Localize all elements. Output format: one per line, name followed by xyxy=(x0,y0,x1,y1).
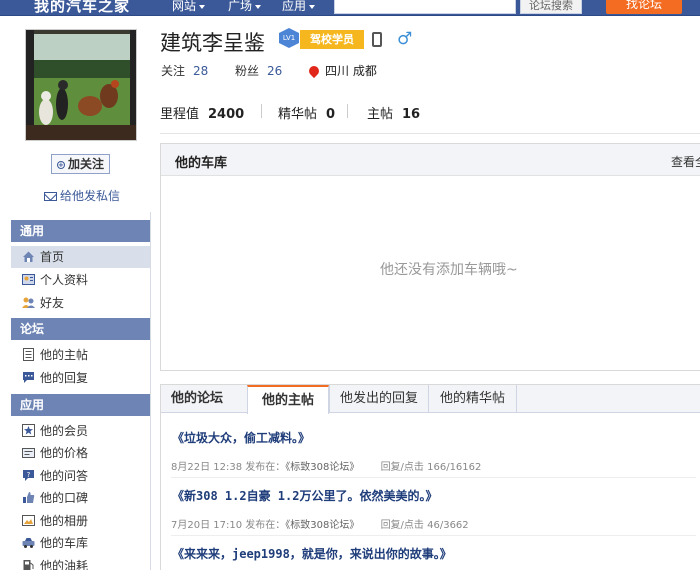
thumbs-up-icon xyxy=(23,492,35,503)
sidebar-item-my-replies[interactable]: 他的回复 xyxy=(11,367,150,389)
view-all-link[interactable]: 查看全 xyxy=(671,153,700,170)
send-message-link[interactable]: 给他发私信 xyxy=(44,187,120,204)
site-logo[interactable]: 我的汽车之家 xyxy=(34,0,130,16)
star-card-icon xyxy=(22,424,35,437)
post-title-link[interactable]: 《垃圾大众，偷工减料。》 xyxy=(172,429,310,446)
garage-header: 他的车库 查看全 xyxy=(161,144,700,176)
following-count[interactable]: 关注 28 xyxy=(161,62,208,79)
role-badge: 驾校学员 xyxy=(300,30,364,49)
chevron-down-icon xyxy=(309,4,316,9)
sidebar-item-my-posts[interactable]: 他的主帖 xyxy=(11,344,150,366)
post-title-link[interactable]: 《来来来，jeep1998，就是你，来说出你的故事。》 xyxy=(172,545,452,562)
sidebar-item-qa[interactable]: ? 他的问答 xyxy=(11,465,150,487)
header-divider xyxy=(160,133,700,134)
sidebar-item-album[interactable]: 他的相册 xyxy=(11,510,150,532)
tab-my-replies[interactable]: 他发出的回复 xyxy=(329,385,428,413)
board-link[interactable]: 《标致308论坛》 xyxy=(285,520,359,531)
fans-count[interactable]: 粉丝 26 xyxy=(235,62,282,79)
garage-panel: 他的车库 查看全 他还没有添加车辆哦~ xyxy=(160,143,700,371)
user-card-icon xyxy=(22,274,35,285)
username: 建筑李呈鉴 xyxy=(160,31,265,55)
stat-divider xyxy=(261,104,262,118)
friends-icon xyxy=(22,297,35,308)
essence-stat: 精华帖 0 xyxy=(278,107,336,122)
post-title-link[interactable]: 《新308 1.2自豪 1.2万公里了。依然美美的。》 xyxy=(172,487,437,504)
home-icon xyxy=(23,251,34,262)
sidebar-item-friends[interactable]: 好友 xyxy=(11,292,150,314)
post-divider xyxy=(171,535,696,536)
sidebar-section-forum: 论坛 xyxy=(11,318,150,340)
chevron-down-icon xyxy=(255,4,262,9)
sidebar-item-membership[interactable]: 他的会员 xyxy=(11,420,150,442)
sidebar-item-reviews[interactable]: 他的口碑 xyxy=(11,487,150,509)
sidebar-item-price[interactable]: 他的价格 xyxy=(11,442,150,464)
sidebar-item-home[interactable]: 首页 xyxy=(11,246,150,268)
tab-my-essence[interactable]: 他的精华帖 xyxy=(428,385,517,413)
sidebar-section-apps: 应用 xyxy=(11,394,150,416)
posts-stat: 主帖 16 xyxy=(367,107,421,122)
avatar-photo xyxy=(26,30,136,140)
plus-icon: + xyxy=(56,161,65,169)
board-link[interactable]: 《标致308论坛》 xyxy=(285,462,359,473)
nav-square[interactable]: 广场 xyxy=(228,0,262,14)
stat-divider xyxy=(347,104,348,118)
car-icon xyxy=(22,538,35,548)
envelope-icon xyxy=(44,192,57,201)
nav-website[interactable]: 网站 xyxy=(172,0,206,14)
post-divider xyxy=(171,477,696,478)
sidebar-item-fuel[interactable]: 他的油耗 xyxy=(11,555,150,570)
comment-icon xyxy=(23,372,34,383)
tab-my-posts[interactable]: 他的主帖 xyxy=(247,385,329,414)
garage-empty-message: 他还没有添加车辆哦~ xyxy=(380,262,518,278)
forum-panel: 他的论坛 他的主帖 他发出的回复 他的精华帖 《垃圾大众，偷工减料。》 8月22… xyxy=(160,384,700,570)
garage-title: 他的车库 xyxy=(175,156,228,171)
avatar[interactable] xyxy=(25,29,137,141)
svg-text:?: ? xyxy=(27,471,31,479)
forum-tabs: 他的论坛 他的主帖 他发出的回复 他的精华帖 xyxy=(161,385,700,414)
post-meta: 8月22日 12:38 发布在：《标致308论坛》 回复/点击 166/1616… xyxy=(171,462,482,473)
mileage-stat: 里程值 2400 xyxy=(160,107,245,122)
chevron-down-icon xyxy=(199,4,206,9)
mobile-phone-icon xyxy=(372,32,382,47)
price-tag-icon xyxy=(22,448,35,458)
location-pin-icon xyxy=(306,63,322,79)
document-icon xyxy=(23,348,34,361)
sidebar-section-general: 通用 xyxy=(11,220,150,242)
level-badge: LV1 xyxy=(279,28,299,48)
sidebar-item-profile[interactable]: 个人资料 xyxy=(11,269,150,291)
nav-apps[interactable]: 应用 xyxy=(282,0,316,14)
forum-search-button[interactable]: 论坛搜索 xyxy=(520,0,582,14)
male-gender-icon: ♂ xyxy=(397,29,413,49)
fuel-pump-icon xyxy=(23,560,34,570)
find-forum-button[interactable]: 找论坛 xyxy=(606,0,682,14)
photo-album-icon xyxy=(22,515,35,526)
top-nav-bar: 我的汽车之家 网站 广场 应用 论坛搜索 找论坛 xyxy=(0,0,700,16)
post-meta: 7月20日 17:10 发布在：《标致308论坛》 回复/点击 46/3662 xyxy=(171,520,469,531)
location: 四川 成都 xyxy=(306,62,377,79)
question-bubble-icon: ? xyxy=(23,470,34,481)
forum-section-label: 他的论坛 xyxy=(171,391,224,406)
sidebar-divider xyxy=(150,212,151,570)
forum-search-input[interactable] xyxy=(334,0,516,14)
follow-button[interactable]: + 加关注 xyxy=(51,154,110,174)
sidebar-item-garage[interactable]: 他的车库 xyxy=(11,532,150,554)
